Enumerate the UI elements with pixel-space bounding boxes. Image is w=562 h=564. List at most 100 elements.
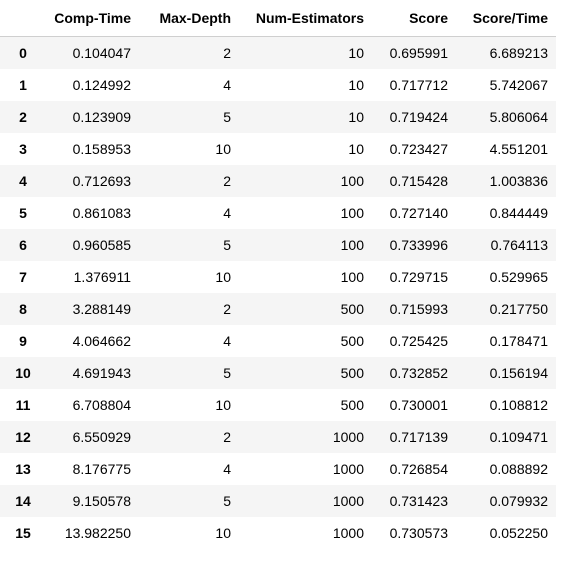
score-cell: 0.725425 xyxy=(389,333,448,349)
row-index: 2 xyxy=(19,109,27,125)
score-cell: 0.719424 xyxy=(389,109,448,125)
table-row: 14 9.150578 5 1000 0.731423 0.079932 xyxy=(0,485,556,517)
max-depth-cell: 5 xyxy=(223,493,231,509)
comp-time-cell: 6.550929 xyxy=(72,429,131,445)
score-cell: 0.717139 xyxy=(389,429,448,445)
comp-time-cell: 1.376911 xyxy=(73,269,131,285)
row-index: 1 xyxy=(19,77,27,93)
score-per-time-cell: 4.551201 xyxy=(489,141,548,157)
num-estimators-cell: 100 xyxy=(340,205,364,221)
row-index: 7 xyxy=(19,269,27,285)
table-row: 15 13.982250 10 1000 0.730573 0.052250 xyxy=(0,517,556,549)
column-header-score-per-time: Score/Time xyxy=(456,0,556,37)
num-estimators-cell: 1000 xyxy=(332,461,364,477)
row-index: 15 xyxy=(15,525,31,541)
num-estimators-cell: 100 xyxy=(340,173,364,189)
row-index: 6 xyxy=(19,237,27,253)
table-row: 7 1.376911 10 100 0.729715 0.529965 xyxy=(0,261,556,293)
table-row: 0 0.104047 2 10 0.695991 6.689213 xyxy=(0,36,556,69)
max-depth-cell: 5 xyxy=(223,237,231,253)
max-depth-cell: 4 xyxy=(223,205,231,221)
num-estimators-cell: 500 xyxy=(340,301,364,317)
score-cell: 0.727140 xyxy=(389,205,448,221)
num-estimators-cell: 10 xyxy=(348,109,364,125)
max-depth-cell: 4 xyxy=(223,77,231,93)
column-header-score: Score xyxy=(372,0,456,37)
header-row: Comp-Time Max-Depth Num-Estimators Score… xyxy=(0,0,556,37)
num-estimators-cell: 10 xyxy=(348,77,364,93)
num-estimators-cell: 500 xyxy=(340,365,364,381)
num-estimators-cell: 10 xyxy=(348,141,364,157)
score-per-time-cell: 5.742067 xyxy=(489,77,548,93)
score-cell: 0.723427 xyxy=(389,141,448,157)
row-index: 8 xyxy=(19,301,27,317)
max-depth-cell: 10 xyxy=(215,269,231,285)
comp-time-cell: 4.064662 xyxy=(72,333,131,349)
table-row: 12 6.550929 2 1000 0.717139 0.109471 xyxy=(0,421,556,453)
row-index: 10 xyxy=(15,365,31,381)
column-header-comp-time: Comp-Time xyxy=(46,0,139,37)
table-row: 1 0.124992 4 10 0.717712 5.742067 xyxy=(0,69,556,101)
score-cell: 0.717712 xyxy=(389,77,448,93)
score-per-time-cell: 0.079932 xyxy=(489,493,548,509)
score-per-time-cell: 5.806064 xyxy=(489,109,548,125)
comp-time-cell: 0.123909 xyxy=(72,109,131,125)
score-per-time-cell: 0.178471 xyxy=(489,333,548,349)
score-per-time-cell: 0.764113 xyxy=(490,237,548,253)
table-row: 4 0.712693 2 100 0.715428 1.003836 xyxy=(0,165,556,197)
max-depth-cell: 2 xyxy=(223,301,231,317)
num-estimators-cell: 1000 xyxy=(332,493,364,509)
comp-time-cell: 8.176775 xyxy=(72,461,131,477)
score-per-time-cell: 0.844449 xyxy=(489,205,548,221)
score-cell: 0.715993 xyxy=(389,301,448,317)
table-row: 13 8.176775 4 1000 0.726854 0.088892 xyxy=(0,453,556,485)
column-header-num-estimators: Num-Estimators xyxy=(239,0,372,37)
comp-time-cell: 0.960585 xyxy=(72,237,131,253)
table-row: 2 0.123909 5 10 0.719424 5.806064 xyxy=(0,101,556,133)
max-depth-cell: 2 xyxy=(223,45,231,61)
column-header-max-depth: Max-Depth xyxy=(139,0,239,37)
score-cell: 0.731423 xyxy=(389,493,448,509)
score-per-time-cell: 6.689213 xyxy=(489,45,548,61)
max-depth-cell: 10 xyxy=(215,525,231,541)
table-row: 11 6.708804 10 500 0.730001 0.108812 xyxy=(0,389,556,421)
comp-time-cell: 9.150578 xyxy=(72,493,131,509)
score-cell: 0.730001 xyxy=(389,397,448,413)
row-index: 3 xyxy=(19,141,27,157)
table-row: 5 0.861083 4 100 0.727140 0.844449 xyxy=(0,197,556,229)
score-per-time-cell: 0.217750 xyxy=(489,301,548,317)
max-depth-cell: 5 xyxy=(223,109,231,125)
max-depth-cell: 5 xyxy=(223,365,231,381)
score-per-time-cell: 0.088892 xyxy=(489,461,548,477)
num-estimators-cell: 500 xyxy=(340,333,364,349)
row-index: 5 xyxy=(19,205,27,221)
score-per-time-cell: 0.109471 xyxy=(489,429,548,445)
num-estimators-cell: 100 xyxy=(340,237,364,253)
row-index: 14 xyxy=(15,493,31,509)
comp-time-cell: 6.708804 xyxy=(72,397,131,413)
comp-time-cell: 0.158953 xyxy=(72,141,131,157)
comp-time-cell: 0.124992 xyxy=(72,77,131,93)
score-per-time-cell: 0.108812 xyxy=(489,397,548,413)
comp-time-cell: 0.104047 xyxy=(72,45,131,61)
max-depth-cell: 10 xyxy=(215,141,231,157)
dataframe-table: Comp-Time Max-Depth Num-Estimators Score… xyxy=(0,0,556,549)
row-index: 4 xyxy=(19,173,27,189)
comp-time-cell: 0.712693 xyxy=(72,173,131,189)
num-estimators-cell: 1000 xyxy=(332,525,364,541)
table-row: 6 0.960585 5 100 0.733996 0.764113 xyxy=(0,229,556,261)
score-cell: 0.715428 xyxy=(389,173,448,189)
score-cell: 0.695991 xyxy=(389,45,448,61)
table-row: 3 0.158953 10 10 0.723427 4.551201 xyxy=(0,133,556,165)
max-depth-cell: 10 xyxy=(215,397,231,413)
score-cell: 0.729715 xyxy=(389,269,448,285)
max-depth-cell: 4 xyxy=(223,333,231,349)
row-index: 13 xyxy=(15,461,31,477)
score-cell: 0.733996 xyxy=(389,237,448,253)
num-estimators-cell: 10 xyxy=(348,45,364,61)
score-cell: 0.726854 xyxy=(389,461,448,477)
row-index: 12 xyxy=(15,429,31,445)
score-cell: 0.730573 xyxy=(389,525,448,541)
num-estimators-cell: 100 xyxy=(340,269,364,285)
comp-time-cell: 13.982250 xyxy=(64,525,131,541)
